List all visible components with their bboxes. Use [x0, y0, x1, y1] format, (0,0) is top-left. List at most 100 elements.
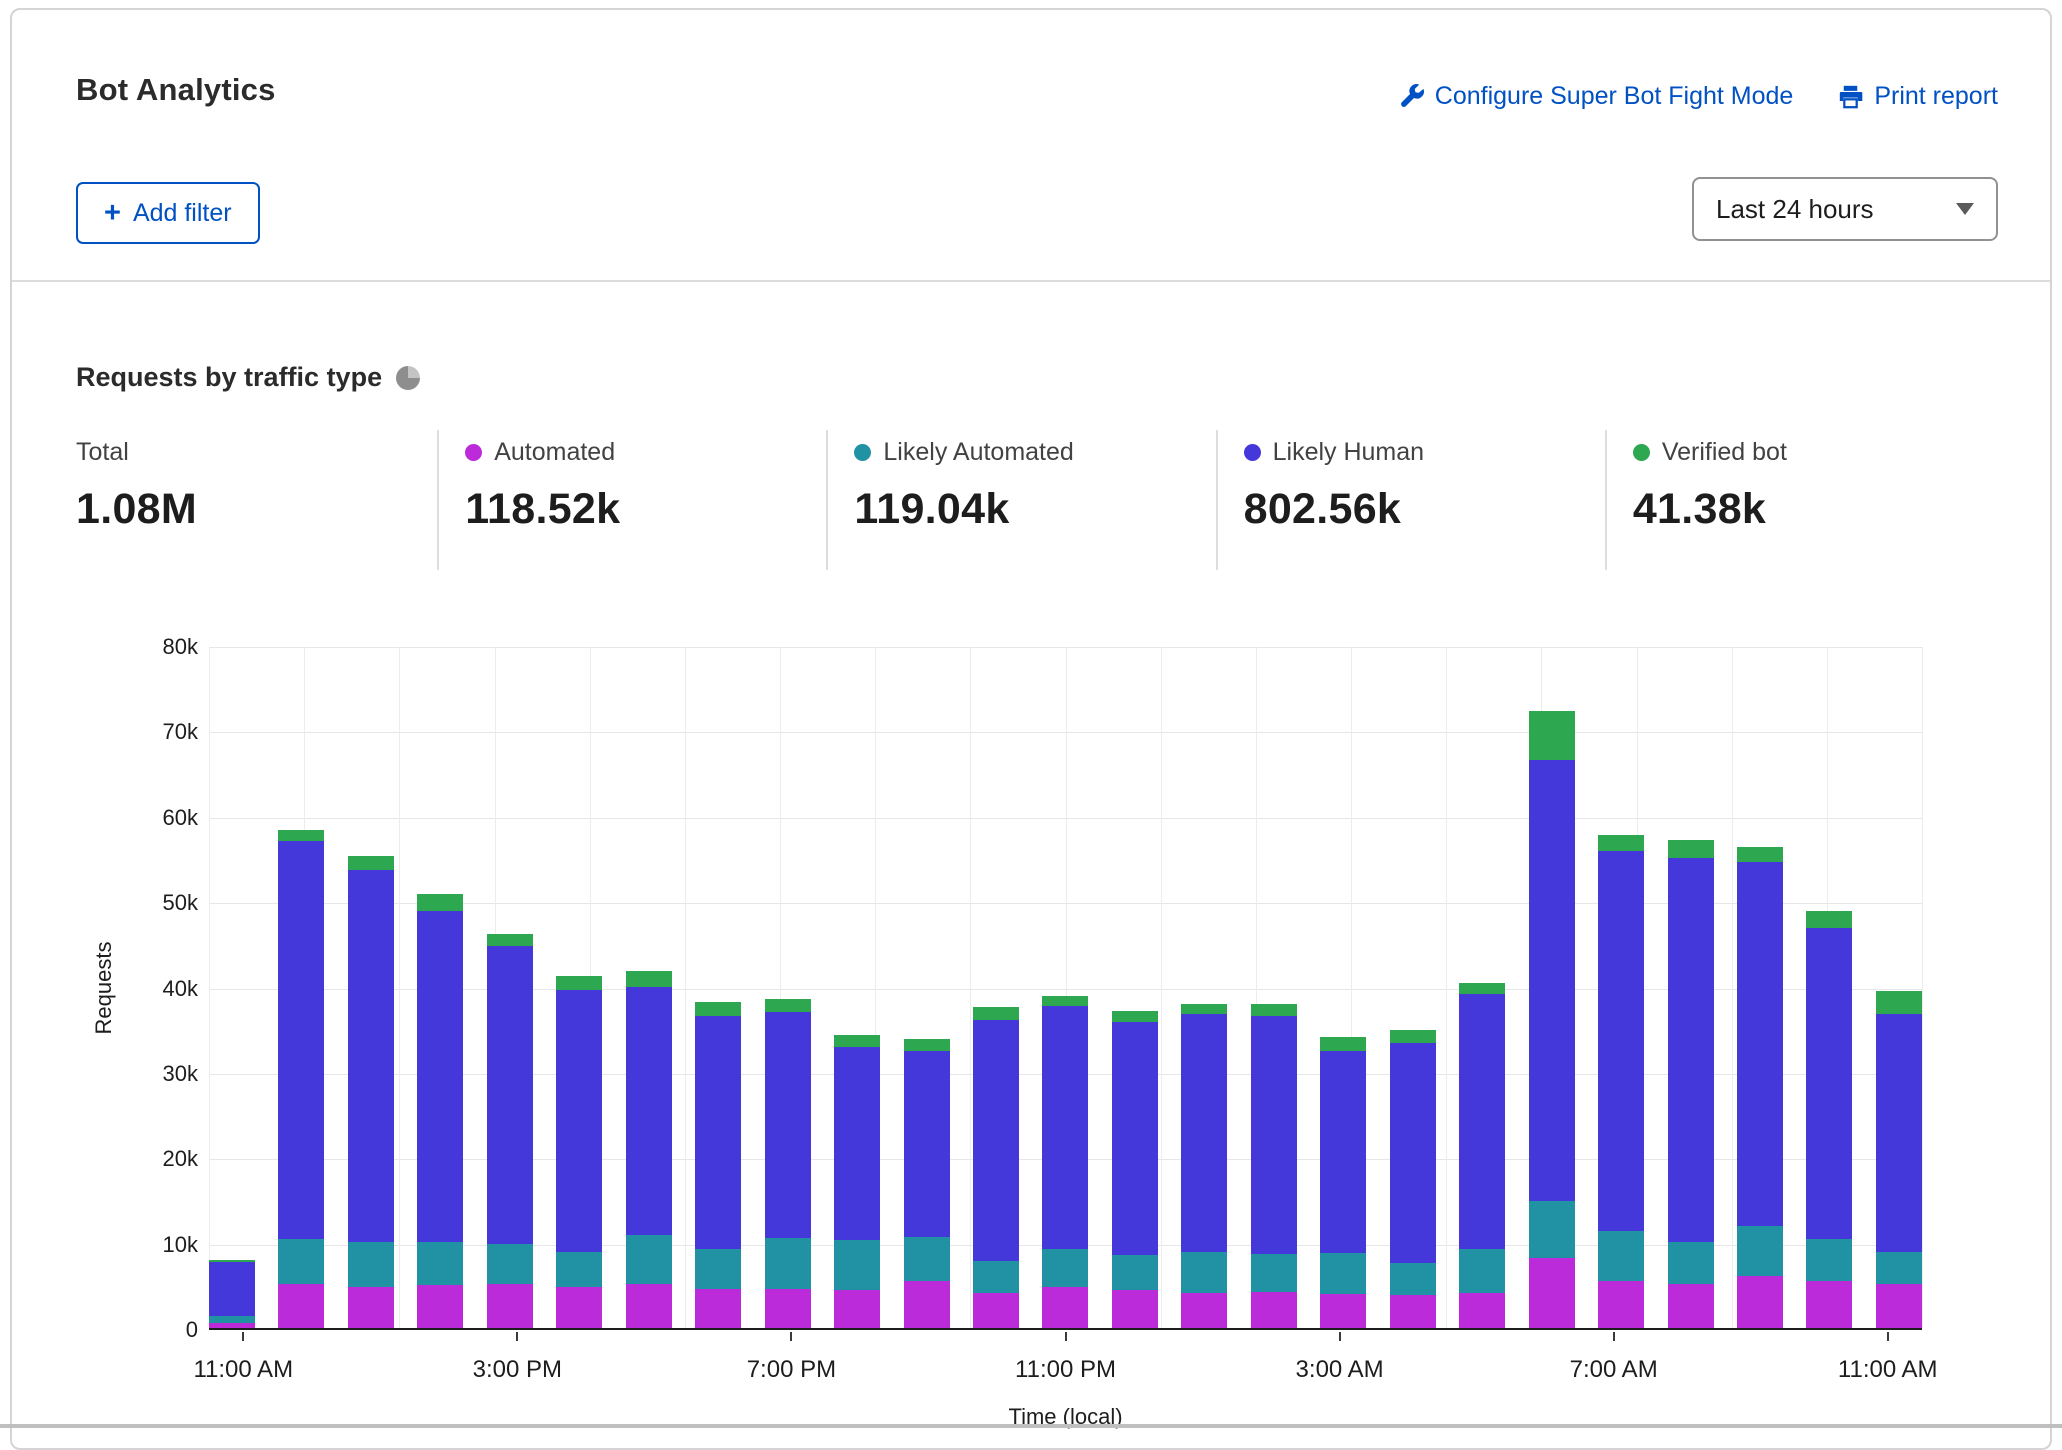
bars-layer [209, 647, 1922, 1328]
stat-label: Likely Automated [883, 438, 1073, 467]
bar-segment [1390, 1295, 1436, 1328]
bar-segment [973, 1261, 1019, 1293]
bar-column [1529, 711, 1575, 1328]
bar-column [1042, 996, 1088, 1328]
bar-column [973, 1007, 1019, 1328]
bar-segment [1668, 1242, 1714, 1284]
bar-segment [973, 1020, 1019, 1262]
x-tickmark [1887, 1332, 1889, 1341]
bar-segment [1806, 1281, 1852, 1328]
bar-column [1806, 911, 1852, 1328]
stat-likely-automated: Likely Automated 119.04k [826, 430, 1215, 570]
bar-segment [556, 1252, 602, 1287]
bar-column [1459, 983, 1505, 1328]
bar-column [556, 976, 602, 1328]
bar-segment [278, 841, 324, 1240]
bar-segment [1390, 1030, 1436, 1043]
section-divider [12, 280, 2050, 282]
bar-segment [904, 1051, 950, 1236]
stat-dot [1633, 444, 1650, 461]
bar-segment [417, 1285, 463, 1328]
stat-label: Total [76, 438, 129, 467]
bar-column [765, 999, 811, 1328]
bar-segment [1529, 760, 1575, 1201]
bar-segment [1529, 1201, 1575, 1258]
header-links: Configure Super Bot Fight Mode Print rep… [1398, 82, 1998, 111]
bar-segment [348, 1287, 394, 1328]
bar-segment [626, 1235, 672, 1285]
x-tickmark [790, 1332, 792, 1341]
bar-column [1876, 991, 1922, 1328]
bar-column [348, 856, 394, 1328]
bar-column [695, 1002, 741, 1328]
bar-column [904, 1039, 950, 1328]
bar-segment [1320, 1253, 1366, 1294]
chevron-down-icon [1956, 203, 1974, 215]
bar-segment [1806, 911, 1852, 928]
bar-segment [1459, 1249, 1505, 1293]
bar-column [1181, 1004, 1227, 1328]
configure-super-bot-fight-mode-link[interactable]: Configure Super Bot Fight Mode [1398, 82, 1794, 111]
bar-segment [1668, 858, 1714, 1242]
bar-segment [1042, 1006, 1088, 1249]
bar-segment [1459, 983, 1505, 994]
bar-column [834, 1035, 880, 1328]
wrench-icon [1398, 83, 1425, 110]
bar-segment [1251, 1292, 1297, 1328]
bar-segment [1876, 991, 1922, 1014]
bar-segment [1876, 1014, 1922, 1252]
bar-segment [487, 934, 533, 946]
bar-segment [973, 1293, 1019, 1328]
bar-segment [1112, 1290, 1158, 1328]
bar-segment [904, 1281, 950, 1328]
bar-segment [1181, 1014, 1227, 1252]
bar-segment [348, 870, 394, 1242]
stat-label: Automated [494, 438, 615, 467]
plot-area [209, 647, 1922, 1330]
y-tick-label: 70k [163, 719, 198, 745]
bar-column [1598, 835, 1644, 1328]
bar-segment [626, 1284, 672, 1328]
bar-segment [1251, 1016, 1297, 1254]
y-tick-label: 30k [163, 1061, 198, 1087]
y-tick-label: 0 [186, 1317, 198, 1343]
bar-column [209, 1260, 255, 1328]
bar-segment [1320, 1051, 1366, 1253]
x-axis-ticks: 11:00 AM3:00 PM7:00 PM11:00 PM3:00 AM7:0… [209, 1332, 1922, 1402]
stat-value: 802.56k [1244, 485, 1605, 534]
bar-segment [1598, 851, 1644, 1231]
bar-segment [695, 1016, 741, 1250]
y-tick-label: 20k [163, 1146, 198, 1172]
print-report-link[interactable]: Print report [1837, 82, 1998, 111]
bar-segment [1876, 1284, 1922, 1328]
y-tick-label: 80k [163, 634, 198, 660]
bar-segment [487, 946, 533, 1245]
time-range-value: Last 24 hours [1716, 194, 1874, 225]
bar-segment [556, 990, 602, 1252]
bar-segment [1876, 1252, 1922, 1284]
bar-segment [1737, 1276, 1783, 1328]
add-filter-button[interactable]: + Add filter [76, 182, 260, 244]
bar-segment [417, 894, 463, 910]
bar-segment [904, 1039, 950, 1051]
plus-icon: + [104, 199, 121, 228]
bar-segment [1459, 994, 1505, 1248]
bar-segment [1668, 1284, 1714, 1328]
bar-segment [556, 1287, 602, 1328]
time-range-select[interactable]: Last 24 hours [1692, 177, 1998, 241]
bar-segment [973, 1007, 1019, 1020]
bar-segment [1390, 1263, 1436, 1295]
bar-segment [1181, 1293, 1227, 1328]
page-title: Bot Analytics [76, 72, 276, 108]
x-tickmark [242, 1332, 244, 1341]
bar-segment [1320, 1294, 1366, 1328]
printer-icon [1837, 83, 1864, 110]
bot-analytics-card: Bot Analytics Configure Super Bot Fight … [10, 8, 2052, 1450]
stats-row: Total 1.08M Automated 118.52k Likely Aut… [76, 430, 1994, 570]
bar-segment [1737, 847, 1783, 862]
y-axis-ticks: 80k70k60k50k40k30k20k10k0 [76, 647, 198, 1330]
bar-segment [626, 971, 672, 986]
bar-segment [1320, 1037, 1366, 1051]
bar-segment [765, 1238, 811, 1289]
bar-segment [1042, 1249, 1088, 1287]
